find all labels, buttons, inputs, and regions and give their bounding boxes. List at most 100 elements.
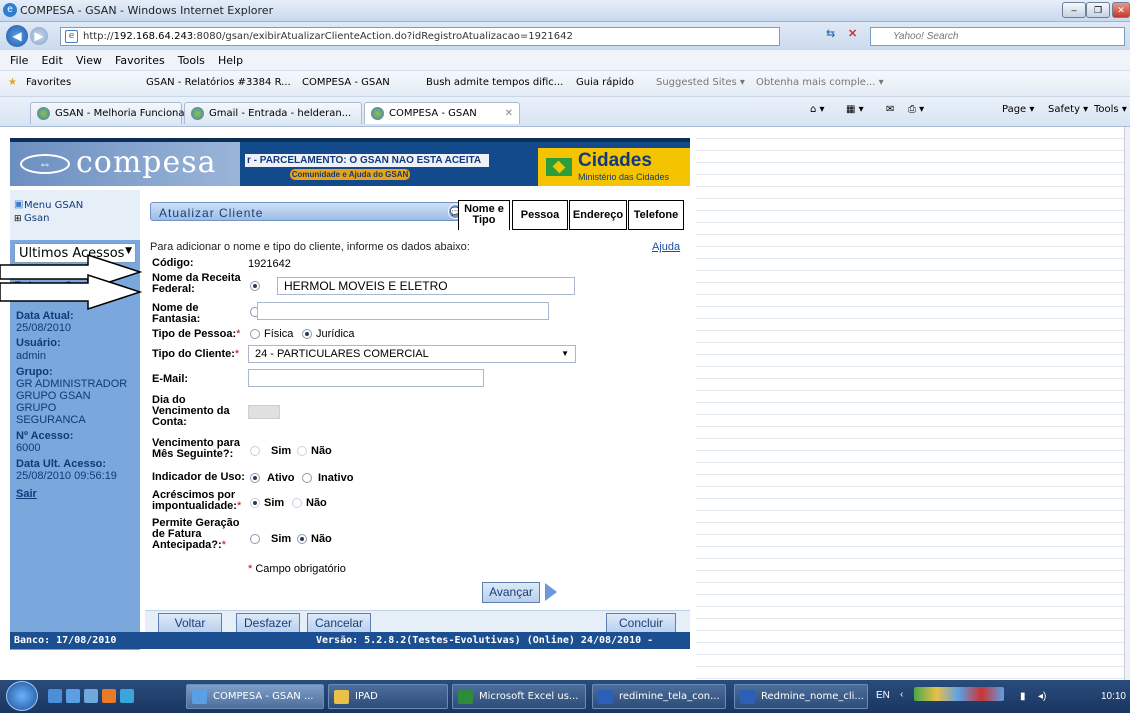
cancelar-button[interactable]: Cancelar bbox=[307, 613, 371, 634]
avancar-button[interactable]: Avançar bbox=[482, 582, 540, 603]
refresh-icon[interactable]: ⇆ bbox=[826, 27, 835, 40]
fav-link-relatorios[interactable]: GSAN - Relatórios #3384 R... bbox=[146, 77, 291, 88]
menu-file[interactable]: File bbox=[10, 54, 28, 67]
tab-pessoa[interactable]: Pessoa bbox=[512, 200, 568, 230]
excel-icon bbox=[458, 690, 473, 704]
tab-label: GSAN - Melhoria Funciona... bbox=[55, 108, 195, 119]
menu-favorites[interactable]: Favorites bbox=[115, 54, 165, 67]
menu-help[interactable]: Help bbox=[218, 54, 243, 67]
late-fees-nao-radio[interactable] bbox=[292, 498, 302, 508]
fav-obtenha[interactable]: Obtenha mais comple... ▾ bbox=[756, 77, 884, 88]
network-icon[interactable]: ▮ bbox=[1020, 691, 1026, 702]
cmd-tools[interactable]: Tools ▾ bbox=[1094, 104, 1127, 115]
search-input[interactable]: Yahoo! Search bbox=[870, 27, 1125, 46]
help-link[interactable]: Ajuda bbox=[652, 241, 680, 253]
back-button[interactable]: ◀ bbox=[6, 25, 28, 47]
address-bar: ◀ ▶ e http://192.168.64.243:8080/gsan/ex… bbox=[0, 22, 1130, 50]
advance-invoice-sim-radio[interactable] bbox=[250, 534, 260, 544]
tab-close-icon[interactable]: ✕ bbox=[505, 108, 513, 119]
favorites-bar: ★ Favorites GSAN - Relatórios #3384 R...… bbox=[0, 71, 1130, 97]
tab-label: Gmail - Entrada - helderan... bbox=[209, 108, 352, 119]
menu-view[interactable]: View bbox=[76, 54, 102, 67]
tray-expand-icon[interactable]: ‹ bbox=[900, 689, 903, 700]
media-icon[interactable] bbox=[120, 689, 134, 703]
feeds-icon[interactable]: ▦ ▾ bbox=[846, 104, 864, 115]
next-arrow-icon[interactable] bbox=[545, 583, 557, 601]
show-desktop-icon[interactable] bbox=[48, 689, 62, 703]
language-indicator[interactable]: EN bbox=[876, 690, 890, 701]
favorites-button[interactable]: Favorites bbox=[26, 77, 71, 88]
person-type-fisica-radio[interactable] bbox=[250, 329, 260, 339]
mail-icon[interactable]: ✉ bbox=[886, 104, 894, 115]
cmd-page[interactable]: Page ▾ bbox=[1002, 104, 1034, 115]
tree-expand-icon[interactable]: ⊞ bbox=[14, 213, 22, 224]
taskbar-item-word-1[interactable]: redimine_tela_con... bbox=[592, 684, 726, 709]
browser-tab-compesa[interactable]: COMPESA - GSAN ✕ bbox=[364, 102, 520, 124]
browser-tab-melhoria[interactable]: GSAN - Melhoria Funciona... bbox=[30, 102, 194, 124]
fav-suggested-sites[interactable]: Suggested Sites ▾ bbox=[656, 77, 745, 88]
forward-button[interactable]: ▶ bbox=[30, 27, 48, 45]
stop-icon[interactable]: ✕ bbox=[848, 27, 857, 40]
browser-tab-gmail[interactable]: Gmail - Entrada - helderan... bbox=[184, 102, 362, 124]
chevron-down-icon: ▼ bbox=[561, 349, 569, 358]
fav-link-bush[interactable]: Bush admite tempos dific... bbox=[426, 77, 563, 88]
group-value: SEGURANCA bbox=[16, 414, 86, 426]
cmd-safety[interactable]: Safety ▾ bbox=[1048, 104, 1088, 115]
concluir-button[interactable]: Concluir bbox=[606, 613, 676, 634]
firefox-icon[interactable] bbox=[102, 689, 116, 703]
usage-ativo-radio[interactable] bbox=[250, 473, 260, 483]
close-button[interactable]: ✕ bbox=[1112, 2, 1130, 18]
sidebar-menu-tree: ▣ Menu GSAN ⊞ Gsan bbox=[10, 190, 140, 240]
required-mark: * bbox=[221, 539, 226, 551]
menu-tools[interactable]: Tools bbox=[178, 54, 205, 67]
desfazer-button[interactable]: Desfazer bbox=[236, 613, 300, 634]
late-fees-sim-radio[interactable] bbox=[250, 498, 260, 508]
clock[interactable]: 10:10 bbox=[1101, 691, 1126, 702]
next-month-nao-radio[interactable] bbox=[297, 446, 307, 456]
url-prefix: http:// bbox=[83, 31, 114, 42]
taskbar-item-excel[interactable]: Microsoft Excel us... bbox=[452, 684, 586, 709]
word-icon bbox=[740, 690, 755, 704]
minimize-button[interactable]: – bbox=[1062, 2, 1086, 18]
taskbar-item-ipad[interactable]: IPAD bbox=[328, 684, 448, 709]
switch-windows-icon[interactable] bbox=[84, 689, 98, 703]
form-instructions: Para adicionar o nome e tipo do cliente,… bbox=[150, 241, 470, 253]
help-community-link[interactable]: Comunidade e Ajuda do GSAN bbox=[290, 169, 410, 180]
receita-name-input[interactable]: HERMOL MOVEIS E ELETRO bbox=[277, 277, 575, 295]
tray-icons[interactable] bbox=[914, 687, 1004, 701]
fav-link-compesa[interactable]: COMPESA - GSAN bbox=[302, 77, 390, 88]
url-input[interactable]: e http://192.168.64.243:8080/gsan/exibir… bbox=[60, 27, 780, 46]
fav-link-guia[interactable]: Guia rápido bbox=[576, 77, 634, 88]
usage-inativo-radio[interactable] bbox=[302, 473, 312, 483]
required-mark: * bbox=[234, 348, 240, 360]
vertical-scrollbar[interactable] bbox=[1124, 127, 1130, 680]
receita-name-radio[interactable] bbox=[250, 281, 260, 291]
maximize-button[interactable]: ❐ bbox=[1086, 2, 1110, 18]
next-month-sim-radio[interactable] bbox=[250, 446, 260, 456]
email-input[interactable] bbox=[248, 369, 484, 387]
menu-gsan-label[interactable]: Menu GSAN bbox=[24, 200, 83, 211]
person-type-juridica-radio[interactable] bbox=[302, 329, 312, 339]
home-icon[interactable]: ⌂ ▾ bbox=[810, 104, 825, 115]
volume-icon[interactable]: ◂) bbox=[1038, 691, 1046, 702]
start-button[interactable] bbox=[6, 681, 38, 711]
voltar-button[interactable]: Voltar bbox=[158, 613, 222, 634]
tab-endereco[interactable]: Endereço bbox=[569, 200, 627, 230]
email-label: E-Mail: bbox=[152, 373, 189, 385]
print-icon[interactable]: ⎙ ▾ bbox=[908, 104, 924, 115]
last-access-label: Data Ult. Acesso: bbox=[16, 458, 107, 470]
due-day-input[interactable] bbox=[248, 405, 280, 419]
taskbar-item-word-2[interactable]: Redmine_nome_cli... bbox=[734, 684, 868, 709]
ie-quicklaunch-icon[interactable] bbox=[66, 689, 80, 703]
advance-invoice-nao-radio[interactable] bbox=[297, 534, 307, 544]
tree-root-gsan[interactable]: Gsan bbox=[24, 213, 49, 224]
taskbar-item-compesa[interactable]: COMPESA - GSAN ... bbox=[186, 684, 324, 709]
logout-link[interactable]: Sair bbox=[16, 488, 37, 500]
tab-telefone[interactable]: Telefone bbox=[628, 200, 684, 230]
version-info: Versão: 5.2.8.2(Testes-Evolutivas) (Onli… bbox=[316, 635, 654, 663]
menu-edit[interactable]: Edit bbox=[41, 54, 62, 67]
group-value: GR ADMINISTRADOR bbox=[16, 378, 128, 390]
tab-nome-tipo[interactable]: Nome e Tipo bbox=[458, 200, 510, 230]
client-type-select[interactable]: 24 - PARTICULARES COMERCIAL ▼ bbox=[248, 345, 576, 363]
fantasy-name-input[interactable] bbox=[257, 302, 549, 320]
